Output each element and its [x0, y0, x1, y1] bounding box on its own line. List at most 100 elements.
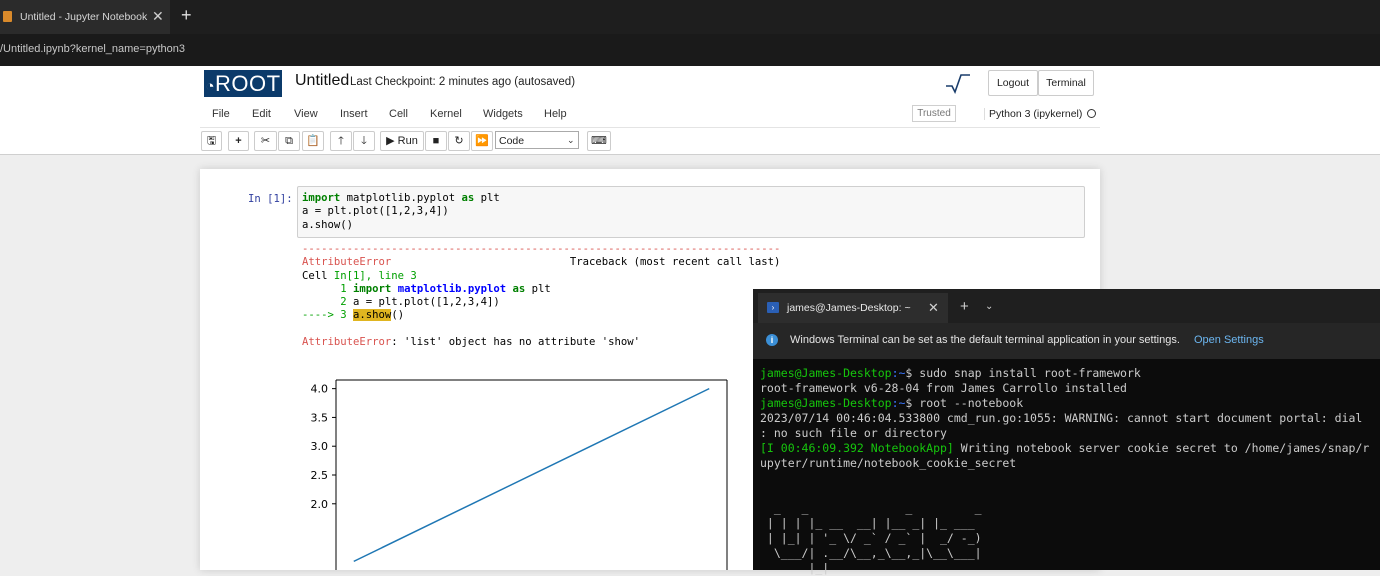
- code-text-part: (): [391, 309, 405, 322]
- terminal-output[interactable]: james@James-Desktop:~$ sudo snap install…: [760, 366, 1369, 576]
- y-tick-label: 4.0: [311, 383, 329, 396]
- ascii-art-line: | | | |_ __ __| |__ _| |_ ___: [760, 516, 975, 530]
- menu-cell[interactable]: Cell: [389, 108, 408, 120]
- code-keyword: import: [302, 192, 341, 204]
- copy-icon[interactable]: ⧉: [278, 131, 300, 151]
- y-tick-label: 3.5: [311, 411, 329, 424]
- command: $ root --notebook: [905, 396, 1024, 410]
- menu-edit[interactable]: Edit: [252, 108, 271, 120]
- run-button[interactable]: ▶ Run: [380, 131, 424, 151]
- menu-bar: [200, 101, 1100, 128]
- browser-tab-bar: [0, 0, 1380, 34]
- error-message: : 'list' object has no attribute 'show': [391, 336, 641, 349]
- module-name: matplotlib.pyplot: [397, 282, 507, 295]
- kernel-idle-icon: [1087, 109, 1096, 118]
- traceback-output: ----------------------------------------…: [302, 243, 780, 349]
- root-logo[interactable]: ◔ROOT: [204, 70, 282, 97]
- code-text-part: plt: [525, 282, 551, 295]
- code-keyword: as: [512, 282, 526, 295]
- open-settings-link[interactable]: Open Settings: [1194, 334, 1264, 346]
- code-text-part: matplotlib.pyplot: [340, 192, 462, 204]
- traceback-dashes: ----------------------------------------…: [302, 243, 781, 255]
- info-icon: i: [766, 334, 778, 346]
- prompt-path: :~: [891, 396, 906, 410]
- output-line: : no such file or directory: [760, 426, 947, 440]
- save-icon[interactable]: 🖫: [201, 131, 222, 151]
- new-terminal-tab-icon[interactable]: +: [960, 298, 969, 315]
- menu-insert[interactable]: Insert: [340, 108, 368, 120]
- browser-tab-title: Untitled - Jupyter Notebook: [20, 11, 148, 23]
- log-prefix: [I 00:46:09.392 NotebookApp]: [760, 441, 954, 455]
- new-tab-icon[interactable]: +: [181, 5, 192, 26]
- menu-widgets[interactable]: Widgets: [483, 108, 523, 120]
- error-arrow: ----> 3: [302, 309, 354, 322]
- cut-icon[interactable]: ✂: [254, 131, 277, 151]
- menu-kernel[interactable]: Kernel: [430, 108, 462, 120]
- command: $ sudo snap install root-framework: [905, 366, 1141, 380]
- code-text-part: plt: [474, 192, 500, 204]
- chevron-down-icon[interactable]: ⌄: [985, 301, 993, 312]
- series-line: [353, 387, 710, 563]
- cell-prompt: In [1]:: [248, 193, 293, 205]
- code-text[interactable]: import matplotlib.pyplot as plt a = plt.…: [302, 192, 500, 232]
- y-tick-label: 2.0: [311, 498, 329, 511]
- terminal-button[interactable]: Terminal: [1038, 70, 1094, 96]
- menu-help[interactable]: Help: [544, 108, 567, 120]
- powershell-icon: ›: [767, 302, 779, 313]
- error-name: AttributeError: [302, 256, 392, 269]
- code-keyword: as: [461, 192, 475, 204]
- command-palette-icon[interactable]: ⌨: [587, 131, 611, 151]
- prompt-path: :~: [891, 366, 906, 380]
- ascii-art-line: | |_| | '_ \/ _` / _` | _/ -_): [760, 531, 982, 545]
- line-number: 1: [302, 282, 354, 295]
- error-name: AttributeError: [302, 336, 392, 349]
- cell-ref: In[1], line 3: [333, 269, 417, 282]
- code-line: a = plt.plot([1,2,3,4]): [353, 296, 500, 309]
- prompt-user: james@James-Desktop: [760, 396, 892, 410]
- close-icon[interactable]: ✕: [928, 300, 939, 316]
- menu-view[interactable]: View: [294, 108, 318, 120]
- ascii-art-line: \___/| .__/\__,_\__,_|\__\___|: [760, 546, 982, 560]
- y-tick-label: 2.5: [311, 469, 329, 482]
- output-line: root-framework v6-28-04 from James Carro…: [760, 381, 1127, 395]
- kernel-logo-icon: [946, 74, 970, 94]
- address-url[interactable]: /Untitled.ipynb?kernel_name=python3: [0, 43, 185, 55]
- output-line: Writing notebook server cookie secret to…: [953, 441, 1370, 455]
- output-line: 2023/07/14 00:46:04.533800 cmd_run.go:10…: [760, 411, 1363, 425]
- address-bar[interactable]: [0, 34, 1380, 66]
- prompt-user: james@James-Desktop: [760, 366, 892, 380]
- code-keyword: import: [353, 282, 392, 295]
- chevron-down-icon: ⌄: [567, 135, 575, 145]
- code-line: a.show(): [302, 218, 354, 231]
- y-tick-label: 3.0: [311, 440, 329, 453]
- restart-run-all-icon[interactable]: ⏩: [471, 131, 493, 151]
- insert-cell-icon[interactable]: +: [228, 131, 249, 151]
- menu-file[interactable]: File: [212, 108, 230, 120]
- kernel-name: Python 3 (ipykernel): [984, 108, 1082, 120]
- move-up-icon[interactable]: 🡑: [330, 131, 352, 151]
- error-highlight: a.show: [353, 309, 392, 322]
- notebook-title[interactable]: Untitled: [295, 72, 349, 90]
- ascii-art-line: _ _ _ _: [760, 501, 982, 515]
- tab-close-icon[interactable]: ✕: [152, 8, 164, 25]
- info-text: Windows Terminal can be set as the defau…: [790, 334, 1180, 346]
- checkpoint-status: Last Checkpoint: 2 minutes ago (autosave…: [350, 76, 576, 88]
- output-line: upyter/runtime/notebook_cookie_secret: [760, 456, 1017, 470]
- run-label: Run: [397, 135, 418, 147]
- terminal-tab-title: james@James-Desktop: ~: [787, 302, 911, 314]
- paste-icon[interactable]: 📋: [302, 131, 324, 151]
- traceback-label: Traceback (most recent call last): [569, 256, 781, 269]
- line-number: 2: [302, 296, 354, 309]
- line-chart: 4.0 3.5 3.0 2.5 2.0: [311, 379, 728, 570]
- jupyter-favicon-icon: [3, 11, 12, 22]
- logo-text: ROOT: [215, 71, 281, 96]
- restart-icon[interactable]: ↻: [448, 131, 470, 151]
- cell-prefix: Cell: [302, 269, 334, 282]
- logout-button[interactable]: Logout: [988, 70, 1038, 96]
- interrupt-icon[interactable]: ■: [425, 131, 447, 151]
- move-down-icon[interactable]: 🡓: [353, 131, 375, 151]
- trusted-indicator[interactable]: Trusted: [912, 105, 956, 122]
- run-icon: ▶: [386, 135, 395, 147]
- code-line: a = plt.plot([1,2,3,4]): [302, 205, 449, 218]
- ascii-art-line: |_|: [760, 561, 830, 575]
